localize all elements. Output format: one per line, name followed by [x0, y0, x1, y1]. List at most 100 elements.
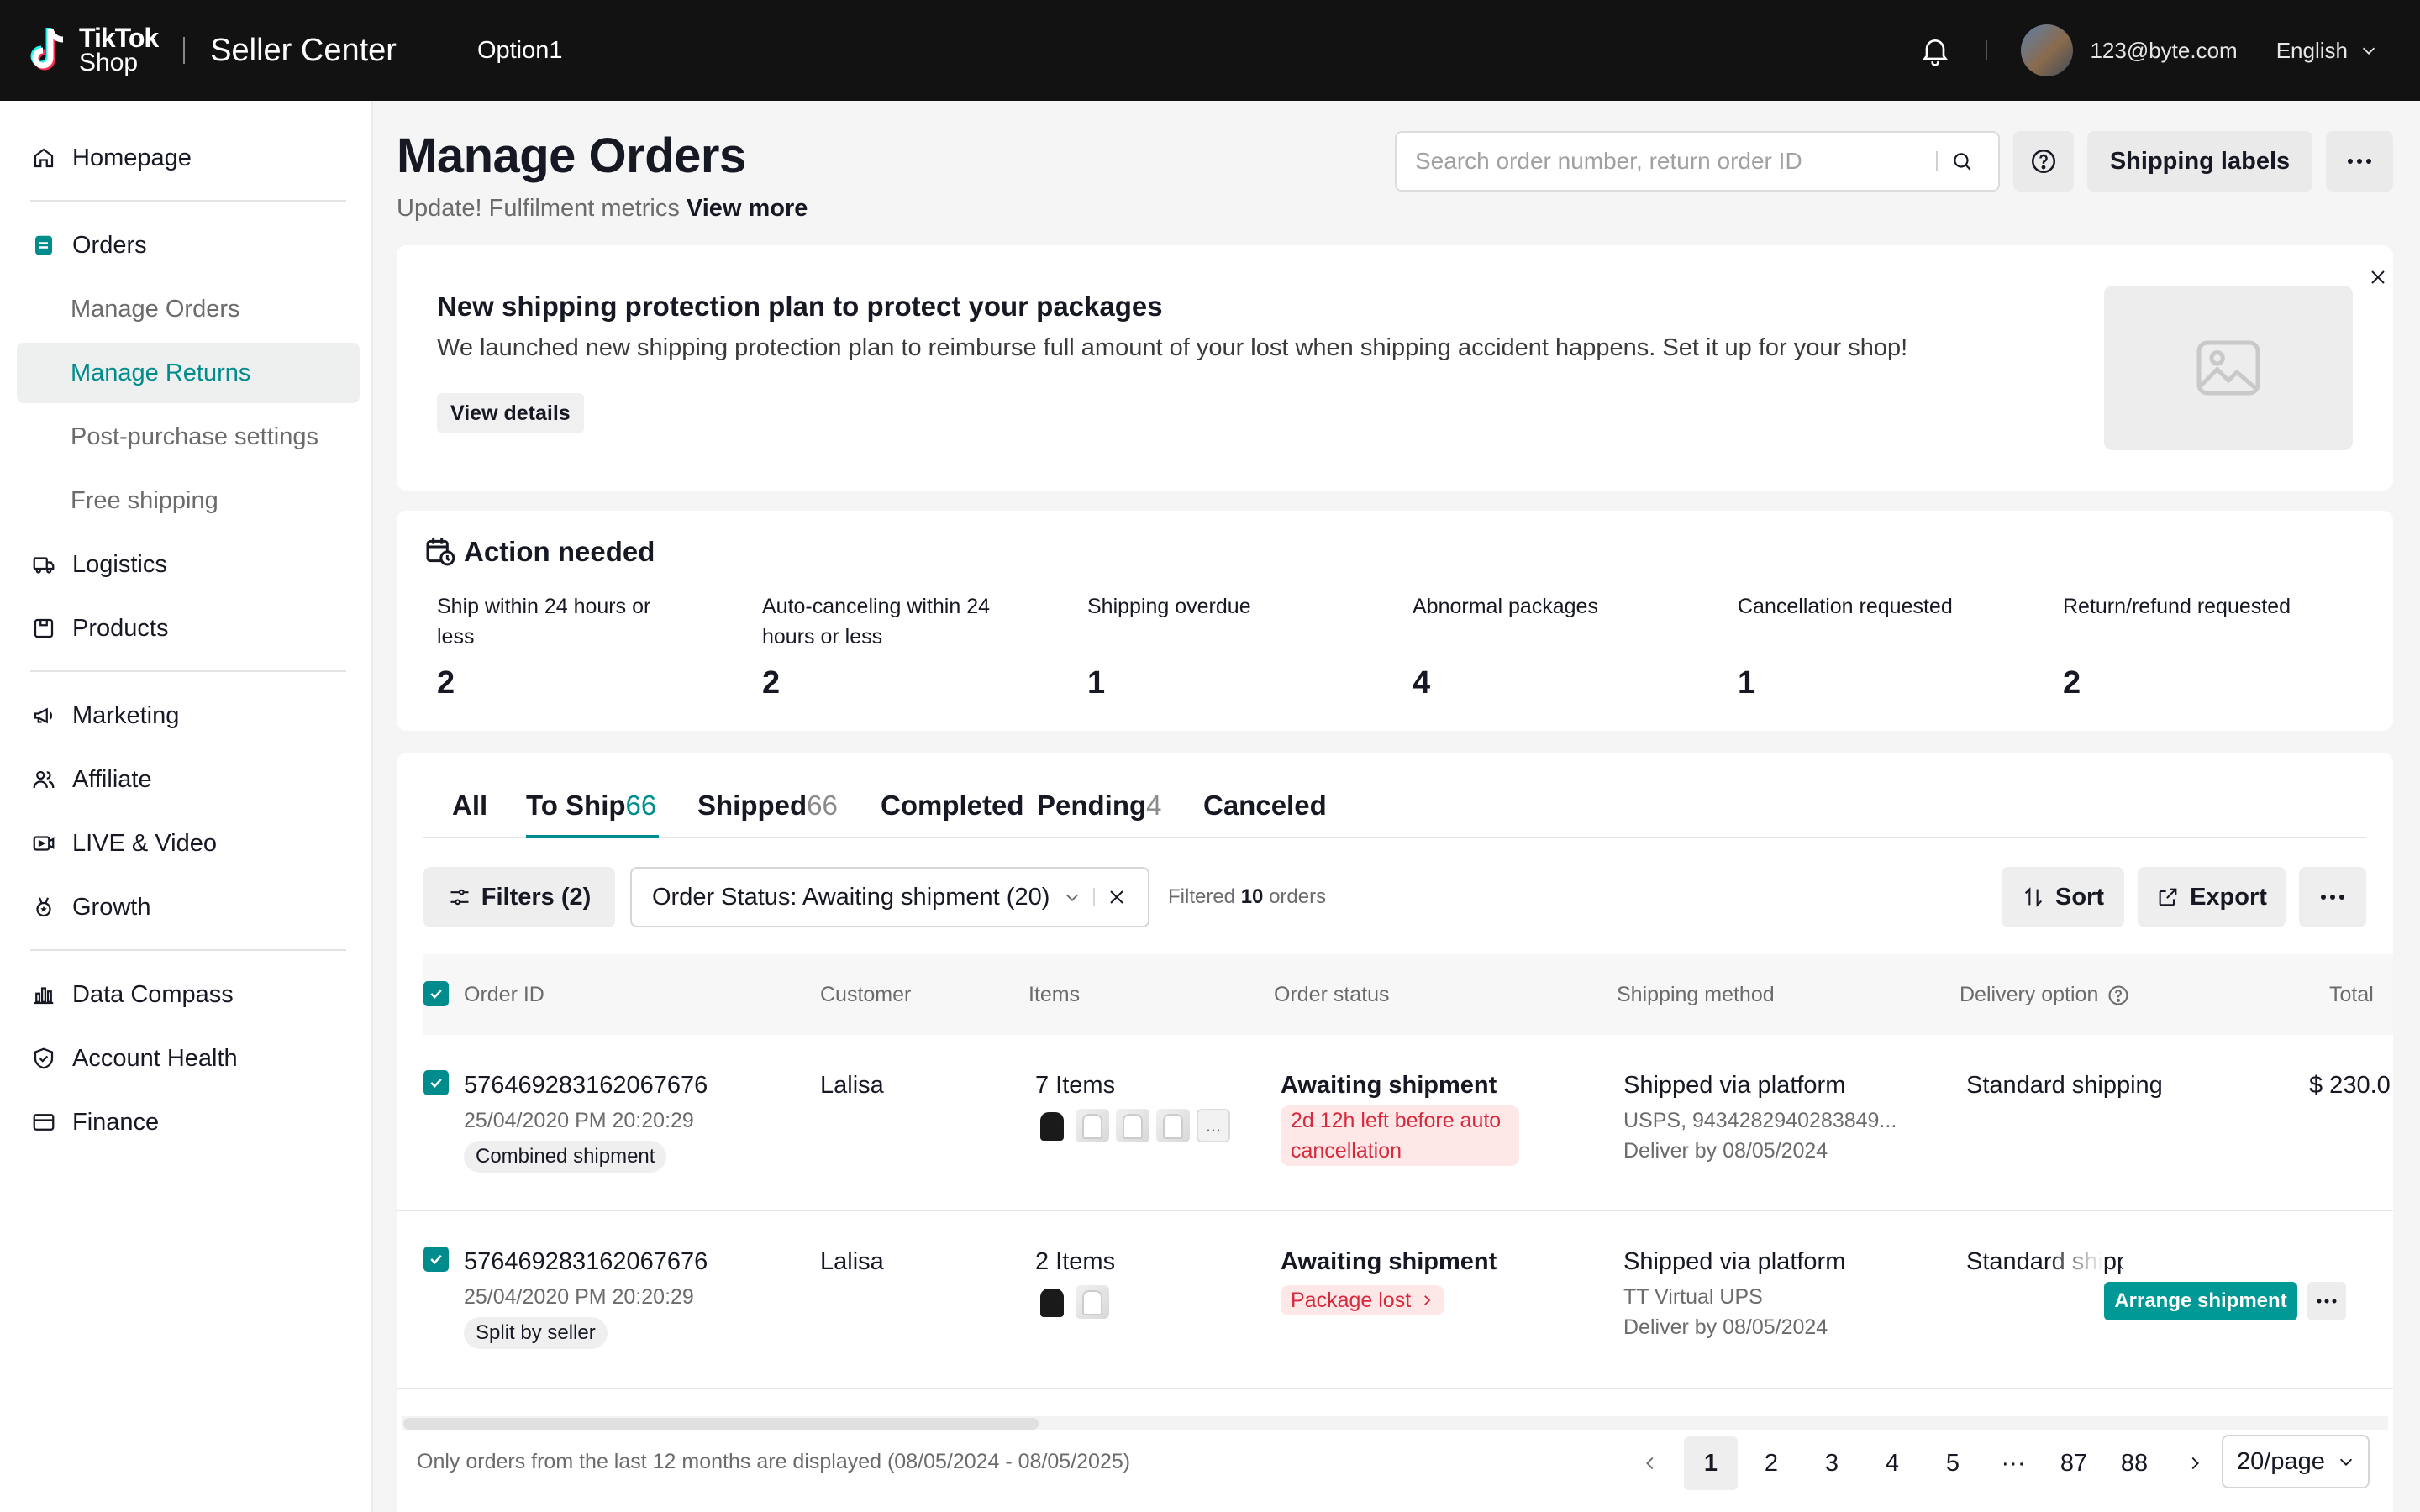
table-row[interactable]: 576469283162067676 25/04/2020 PM 20:20:2…	[397, 1211, 2393, 1389]
metric-label: Return/refund requested	[2063, 595, 2291, 618]
sidebar-item-homepage[interactable]: Homepage	[17, 128, 360, 188]
arrange-shipment-button[interactable]: Arrange shipment	[2104, 1282, 2297, 1320]
search-box[interactable]	[1395, 131, 2000, 192]
table-row[interactable]: 576469283162067676 25/04/2020 PM 20:20:2…	[397, 1035, 2393, 1211]
search-input[interactable]	[1415, 148, 1936, 175]
sidebar-item-orders[interactable]: Orders	[17, 215, 360, 276]
question-icon[interactable]	[2107, 984, 2130, 1007]
sidebar-item-manage-returns[interactable]: Manage Returns	[17, 343, 360, 403]
page-ellipsis[interactable]: ···	[1986, 1436, 2040, 1490]
sidebar-item-data-compass[interactable]: Data Compass	[17, 964, 360, 1025]
option-menu[interactable]: Option1	[477, 37, 563, 65]
megaphone-icon	[30, 702, 57, 729]
order-id[interactable]: 576469283162067676	[464, 1248, 708, 1276]
language-selector[interactable]: English	[2276, 38, 2378, 64]
chevron-right-icon	[1424, 1295, 1431, 1305]
metric-auto-canceling[interactable]: Auto-canceling within 24 hours or less 2	[762, 591, 1014, 701]
horizontal-scrollbar-thumb[interactable]	[403, 1418, 1039, 1430]
tab-label: To Ship	[526, 790, 626, 821]
export-icon	[2159, 888, 2177, 906]
shipping-protection-banner: New shipping protection plan to protect …	[397, 245, 2393, 491]
metric-ship-24h[interactable]: Ship within 24 hours or less 2	[437, 591, 689, 701]
tiktok-logo-icon	[25, 24, 72, 76]
metric-value: 2	[2063, 665, 2081, 701]
metric-shipping-overdue[interactable]: Shipping overdue 1	[1087, 591, 1339, 701]
page-button-5[interactable]: 5	[1926, 1436, 1980, 1490]
sidebar-item-finance[interactable]: Finance	[17, 1092, 360, 1152]
row-more-button[interactable]	[2307, 1282, 2346, 1320]
auto-cancel-warning: 2d 12h left before auto cancellation	[1281, 1105, 1519, 1166]
order-status: Awaiting shipment	[1281, 1248, 1497, 1275]
item-thumbnail	[1076, 1109, 1109, 1142]
user-email[interactable]: 123@byte.com	[2090, 38, 2237, 64]
item-thumbnails[interactable]: ...	[1035, 1109, 1230, 1142]
carrier-tracking[interactable]: USPS, 9434282940283849...	[1623, 1109, 1897, 1133]
page-size-select[interactable]: 20/page	[2222, 1435, 2370, 1488]
export-button[interactable]: Export	[2138, 867, 2286, 927]
metric-return-refund-requested[interactable]: Return/refund requested 2	[2063, 591, 2315, 701]
bell-icon[interactable]	[1918, 34, 1952, 67]
select-all-checkbox[interactable]	[424, 981, 449, 1006]
filtered-suffix: orders	[1269, 885, 1327, 908]
filters-button[interactable]: Filters (2)	[424, 867, 615, 927]
item-thumbnails[interactable]	[1035, 1285, 1109, 1319]
sidebar-item-account-health[interactable]: Account Health	[17, 1028, 360, 1089]
tab-shipped[interactable]: Shipped66	[697, 790, 838, 822]
avatar[interactable]	[2021, 24, 2074, 76]
tab-count: 66	[625, 790, 657, 821]
page-button-3[interactable]: 3	[1805, 1436, 1859, 1490]
row-checkbox[interactable]	[424, 1247, 449, 1272]
sidebar-item-manage-orders[interactable]: Manage Orders	[17, 279, 360, 339]
page-subtitle: Update! Fulfilment metrics View more	[397, 195, 808, 223]
sidebar-item-growth[interactable]: Growth	[17, 877, 360, 937]
tab-label: All	[452, 790, 488, 821]
medal-icon	[30, 894, 57, 921]
metric-label: Ship within 24 hours or less	[437, 595, 651, 648]
brand-line-1: TikTok	[79, 23, 159, 53]
close-icon	[2371, 270, 2385, 284]
view-details-button[interactable]: View details	[437, 393, 584, 433]
view-more-link[interactable]: View more	[687, 195, 808, 222]
sidebar-item-free-shipping[interactable]: Free shipping	[17, 470, 360, 531]
metric-cancellation-requested[interactable]: Cancellation requested 1	[1738, 591, 1990, 701]
banner-description: We launched new shipping protection plan…	[437, 334, 1908, 361]
sidebar-item-post-purchase-settings[interactable]: Post-purchase settings	[17, 407, 360, 467]
sidebar-item-label: Manage Returns	[71, 359, 251, 386]
sidebar-item-marketing[interactable]: Marketing	[17, 685, 360, 746]
order-id[interactable]: 576469283162067676	[464, 1072, 708, 1100]
row-checkbox[interactable]	[424, 1070, 449, 1095]
tiktok-shop-logo[interactable]: TikTok Shop	[25, 23, 159, 76]
item-thumbnail	[1035, 1109, 1069, 1142]
clear-filter-icon[interactable]	[1107, 887, 1127, 907]
help-button[interactable]	[2013, 131, 2074, 192]
column-header-customer: Customer	[820, 983, 912, 1006]
tab-all[interactable]: All	[452, 790, 487, 822]
delivery-option: Standard shipping	[1966, 1072, 2163, 1099]
tab-pending[interactable]: Pending4	[1037, 790, 1162, 822]
page-button-87[interactable]: 87	[2047, 1436, 2101, 1490]
toolbar-more-button[interactable]	[2299, 867, 2366, 927]
more-items[interactable]: ...	[1197, 1109, 1230, 1142]
tab-label: Shipped	[697, 790, 808, 821]
order-status-filter[interactable]: Order Status: Awaiting shipment (20)	[630, 867, 1150, 927]
package-lost-badge[interactable]: Package lost	[1281, 1285, 1445, 1315]
sidebar-item-live-video[interactable]: LIVE & Video	[17, 813, 360, 874]
tab-canceled[interactable]: Canceled	[1203, 790, 1327, 822]
sidebar-item-logistics[interactable]: Logistics	[17, 534, 360, 595]
page-button-2[interactable]: 2	[1744, 1436, 1798, 1490]
metric-abnormal-packages[interactable]: Abnormal packages 4	[1413, 591, 1665, 701]
tab-to-ship[interactable]: To Ship66	[526, 790, 656, 822]
previous-page-button[interactable]	[1623, 1436, 1677, 1490]
sidebar-item-products[interactable]: Products	[17, 598, 360, 659]
tab-completed[interactable]: Completed	[881, 790, 1024, 822]
sort-button[interactable]: Sort	[2002, 867, 2124, 927]
next-page-button[interactable]	[2168, 1436, 2222, 1490]
page-button-4[interactable]: 4	[1865, 1436, 1919, 1490]
shipping-labels-button[interactable]: Shipping labels	[2087, 131, 2312, 192]
header-more-button[interactable]	[2326, 131, 2393, 192]
page-button-1[interactable]: 1	[1684, 1436, 1738, 1490]
search-icon[interactable]	[1951, 150, 1973, 172]
sidebar-item-affiliate[interactable]: Affiliate	[17, 749, 360, 810]
page-button-88[interactable]: 88	[2107, 1436, 2161, 1490]
close-banner-button[interactable]	[2363, 262, 2393, 292]
